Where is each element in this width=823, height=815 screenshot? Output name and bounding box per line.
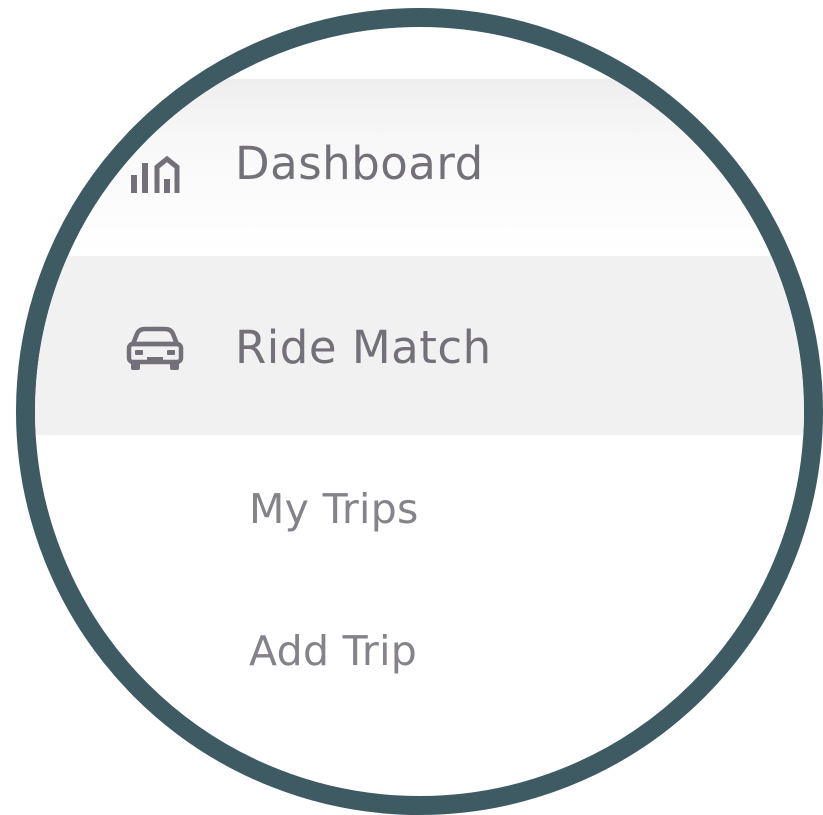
- sidebar-item-dashboard[interactable]: Dashboard: [35, 79, 804, 254]
- submenu-item-my-trips[interactable]: My Trips: [249, 481, 419, 537]
- magnifier-circle: Dashboard Ride Match My Trips Add Trip: [16, 8, 823, 815]
- submenu-item-add-trip[interactable]: Add Trip: [249, 623, 417, 679]
- sidebar-item-label: Dashboard: [235, 137, 484, 190]
- sidebar-menu: Dashboard Ride Match My Trips Add Trip: [35, 27, 804, 796]
- car-icon: [125, 326, 185, 372]
- sidebar-item-ride-match[interactable]: Ride Match: [35, 256, 804, 435]
- chart-bar-icon: [131, 149, 189, 193]
- sidebar-item-label: Ride Match: [235, 321, 492, 374]
